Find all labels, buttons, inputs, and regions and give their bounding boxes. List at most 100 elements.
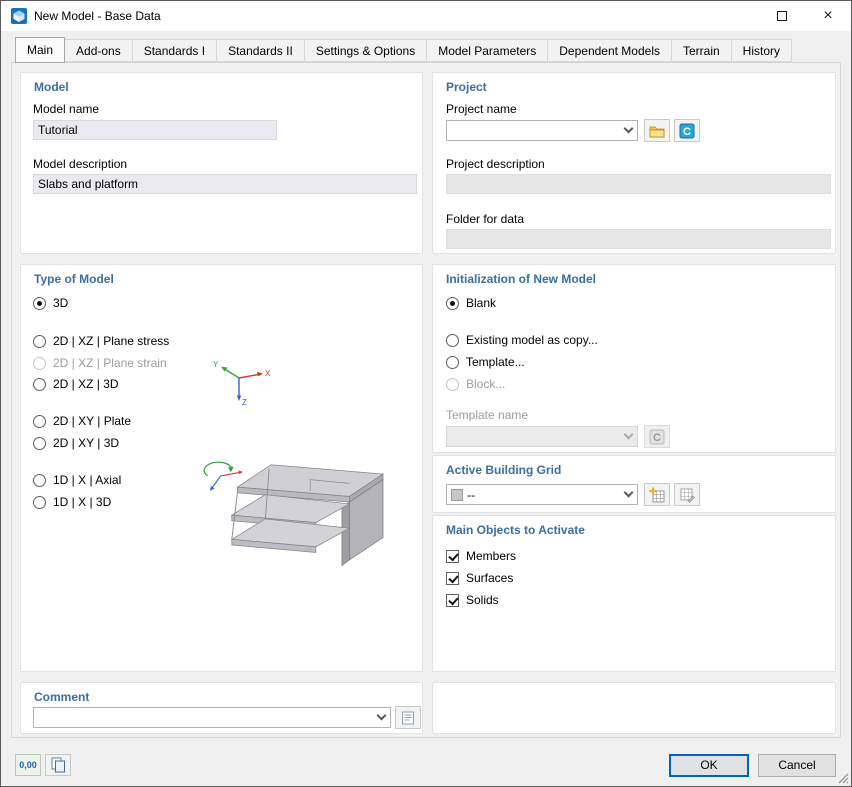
radio-dot: [33, 474, 46, 487]
checkbox: [446, 594, 459, 607]
radio-label: 2D | XZ | 3D: [53, 377, 119, 391]
tab-history[interactable]: History: [731, 39, 792, 62]
radio-1d-x-axial[interactable]: 1D | X | Axial: [33, 473, 121, 487]
open-project-button[interactable]: [644, 119, 670, 142]
radio-label: 2D | XZ | Plane strain: [53, 356, 167, 370]
building-grid-combo[interactable]: --: [446, 484, 638, 505]
project-name-label: Project name: [446, 102, 517, 116]
open-folder-icon: [649, 124, 665, 138]
radio-label: Block...: [466, 377, 505, 391]
svg-text:Y: Y: [213, 360, 219, 369]
tab-main[interactable]: Main: [15, 37, 65, 63]
chevron-down-icon: [372, 708, 390, 727]
radio-dot: [33, 335, 46, 348]
radio-label: Blank: [466, 296, 496, 310]
new-grid-icon: [649, 487, 665, 503]
radio-3d[interactable]: 3D: [33, 296, 68, 310]
radio-block: Block...: [446, 377, 505, 391]
model-group: Model Model name Tutorial Model descript…: [20, 72, 423, 254]
model-description-label: Model description: [33, 157, 127, 171]
radio-2d-xy-3d[interactable]: 2D | XY | 3D: [33, 436, 119, 450]
close-button[interactable]: ×: [805, 1, 851, 30]
project-manager-icon: C: [679, 123, 695, 139]
check-solids[interactable]: Solids: [446, 593, 499, 607]
comment-combo[interactable]: [33, 707, 391, 728]
radio-1d-x-3d[interactable]: 1D | X | 3D: [33, 495, 111, 509]
model-name-label: Model name: [33, 102, 99, 116]
tab-add-ons[interactable]: Add-ons: [64, 39, 133, 62]
radio-label: 1D | X | 3D: [53, 495, 111, 509]
radio-2d-xz-plane-stress[interactable]: 2D | XZ | Plane stress: [33, 334, 169, 348]
radio-2d-xz-3d[interactable]: 2D | XZ | 3D: [33, 377, 119, 391]
radio-label: 2D | XY | Plate: [53, 414, 131, 428]
ok-button[interactable]: OK: [669, 754, 749, 777]
tab-standards-1[interactable]: Standards I: [132, 39, 217, 62]
template-manager-button: C: [644, 425, 670, 448]
tab-terrain[interactable]: Terrain: [671, 39, 732, 62]
copy-icon: [50, 757, 66, 773]
tab-standards-2[interactable]: Standards II: [216, 39, 305, 62]
project-manager-button[interactable]: C: [674, 119, 700, 142]
model-name-input[interactable]: Tutorial: [33, 120, 277, 140]
comment-notes-button[interactable]: [395, 706, 421, 729]
model-description-input[interactable]: Slabs and platform: [33, 174, 417, 194]
template-name-combo: [446, 426, 638, 447]
checkbox: [446, 572, 459, 585]
copy-settings-button[interactable]: [45, 754, 71, 776]
project-group: Project Project name C Project descripti…: [432, 72, 836, 254]
checkbox-label: Surfaces: [466, 571, 513, 585]
check-members[interactable]: Members: [446, 549, 516, 563]
titlebar: New Model - Base Data ×: [1, 1, 851, 31]
radio-2d-xy-plate[interactable]: 2D | XY | Plate: [33, 414, 131, 428]
initialization-title: Initialization of New Model: [446, 272, 596, 286]
radio-dot: [446, 356, 459, 369]
svg-text:C: C: [683, 126, 691, 138]
model-preview-image: [193, 433, 405, 573]
building-grid-group: Active Building Grid --: [432, 455, 836, 513]
cancel-button[interactable]: Cancel: [758, 754, 836, 777]
radio-dot: [33, 297, 46, 310]
radio-label: Existing model as copy...: [466, 333, 598, 347]
comment-group: Comment: [20, 682, 423, 734]
check-surfaces[interactable]: Surfaces: [446, 571, 513, 585]
checkbox-label: Solids: [466, 593, 499, 607]
radio-blank[interactable]: Blank: [446, 296, 496, 310]
checkbox-label: Members: [466, 549, 516, 563]
chevron-down-icon: [619, 485, 637, 504]
radio-existing-model-as-copy[interactable]: Existing model as copy...: [446, 333, 598, 347]
svg-text:C: C: [653, 432, 661, 444]
radio-label: 2D | XY | 3D: [53, 436, 119, 450]
radio-dot: [446, 334, 459, 347]
radio-dot: [33, 437, 46, 450]
tab-model-parameters[interactable]: Model Parameters: [426, 39, 548, 62]
model-group-title: Model: [34, 80, 69, 94]
type-of-model-group: Type of Model 3D 2D | XZ | Plane stress …: [20, 264, 423, 672]
main-objects-group: Main Objects to Activate Members Surface…: [432, 515, 836, 672]
radio-dot: [33, 496, 46, 509]
tab-bar: Main Add-ons Standards I Standards II Se…: [15, 38, 792, 62]
grid-color-swatch: [451, 489, 463, 501]
radio-template[interactable]: Template...: [446, 355, 525, 369]
project-group-title: Project: [446, 80, 487, 94]
radio-dot: [33, 378, 46, 391]
resize-grip[interactable]: [835, 770, 849, 784]
radio-label: 1D | X | Axial: [53, 473, 121, 487]
maximize-button[interactable]: [759, 1, 805, 30]
chevron-down-icon: [619, 427, 637, 446]
main-objects-title: Main Objects to Activate: [446, 523, 585, 537]
radio-dot: [446, 297, 459, 310]
app-icon: [10, 7, 28, 25]
chevron-down-icon: [619, 121, 637, 140]
units-decimals-button[interactable]: 0,00: [15, 754, 41, 776]
radio-dot: [446, 378, 459, 391]
tab-settings-options[interactable]: Settings & Options: [304, 39, 427, 62]
new-building-grid-button[interactable]: [644, 483, 670, 506]
axes-triad-icon: X Y Z: [211, 356, 271, 406]
tab-dependent-models[interactable]: Dependent Models: [547, 39, 672, 62]
note-icon: [400, 711, 416, 725]
initialization-group: Initialization of New Model Blank Existi…: [432, 264, 836, 453]
radio-label: 3D: [53, 296, 68, 310]
decimals-icon: 0,00: [19, 760, 37, 770]
project-name-combo[interactable]: [446, 120, 638, 141]
edit-building-grid-button[interactable]: [674, 483, 700, 506]
